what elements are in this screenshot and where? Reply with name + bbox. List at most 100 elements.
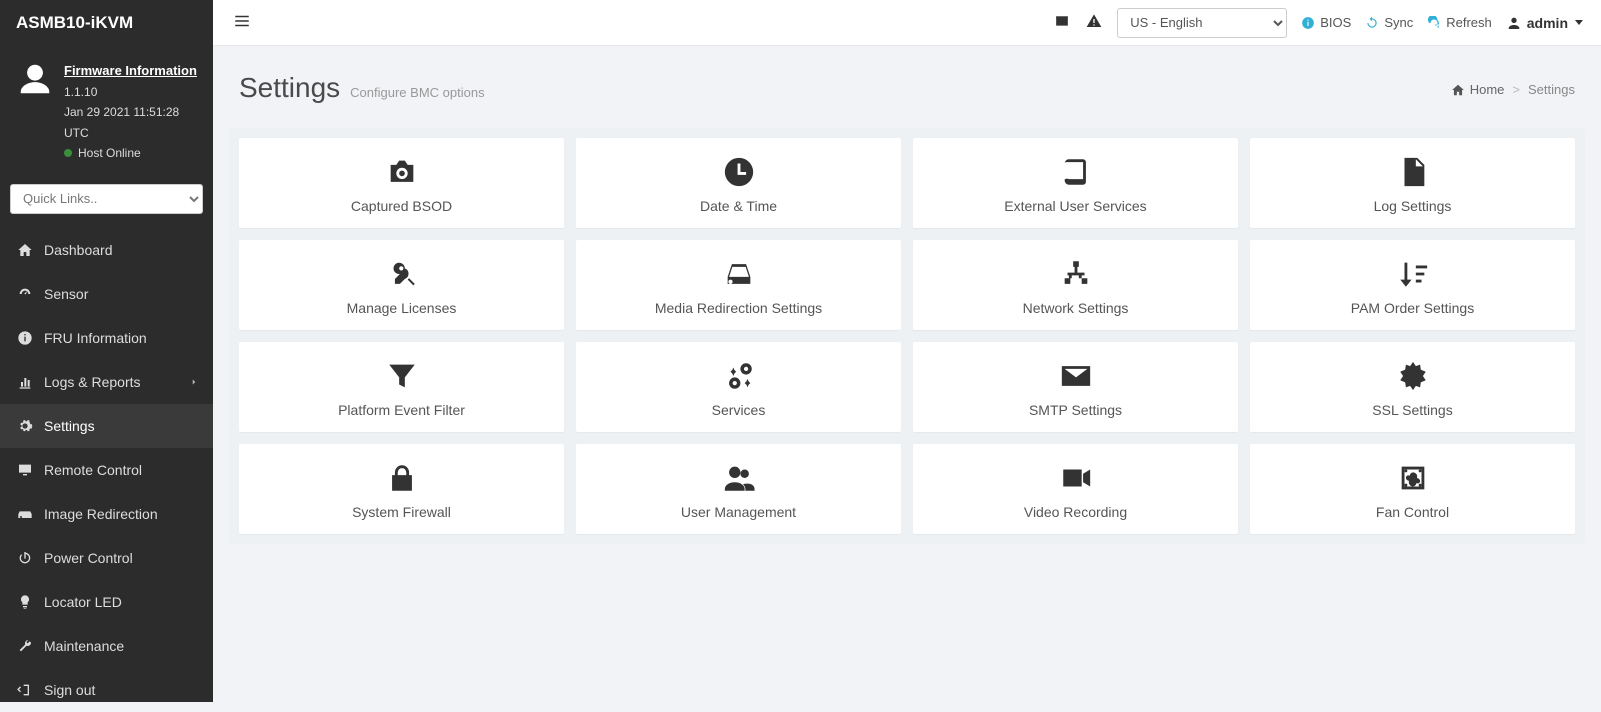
- users-icon: [720, 458, 758, 498]
- card-log-settings[interactable]: Log Settings: [1250, 138, 1575, 228]
- sidebar-item-fru[interactable]: FRU Information: [0, 316, 213, 360]
- alert-icon[interactable]: [1085, 13, 1103, 32]
- clock-icon: [720, 152, 758, 192]
- sidebar-item-sensor[interactable]: Sensor: [0, 272, 213, 316]
- sidebar-item-maintenance[interactable]: Maintenance: [0, 624, 213, 668]
- gears-icon: [720, 356, 758, 396]
- card-smtp-settings[interactable]: SMTP Settings: [913, 342, 1238, 432]
- card-label: External User Services: [1004, 198, 1146, 214]
- sidebar-item-label: FRU Information: [44, 330, 147, 346]
- drive-icon: [720, 254, 758, 294]
- card-label: Network Settings: [1023, 300, 1129, 316]
- sidebar-user-block: Firmware Information 1.1.10 Jan 29 2021 …: [0, 46, 213, 174]
- card-label: Platform Event Filter: [338, 402, 465, 418]
- fan-icon: [1394, 458, 1432, 498]
- sidebar: ASMB10-iKVM Firmware Information 1.1.10 …: [0, 0, 213, 702]
- card-label: Video Recording: [1024, 504, 1127, 520]
- card-manage-licenses[interactable]: Manage Licenses: [239, 240, 564, 330]
- user-name: admin: [1527, 15, 1568, 31]
- avatar-icon: [16, 60, 54, 98]
- host-status: Host Online: [64, 143, 197, 163]
- sidebar-item-label: Sign out: [44, 682, 95, 698]
- camera-icon: [383, 152, 421, 192]
- card-pam-order[interactable]: PAM Order Settings: [1250, 240, 1575, 330]
- seal-icon: [1394, 356, 1432, 396]
- sidebar-item-label: Maintenance: [44, 638, 124, 654]
- home-icon: [16, 242, 34, 258]
- sidebar-item-remote[interactable]: Remote Control: [0, 448, 213, 492]
- mail-icon[interactable]: [1053, 14, 1071, 31]
- refresh-label: Refresh: [1446, 15, 1492, 30]
- sync-link[interactable]: Sync: [1365, 15, 1413, 30]
- signout-icon: [16, 682, 34, 698]
- card-services[interactable]: Services: [576, 342, 901, 432]
- sidebar-item-label: Locator LED: [44, 594, 122, 610]
- page-head: Settings Configure BMC options Home > Se…: [213, 46, 1601, 110]
- network-icon: [1057, 254, 1095, 294]
- video-icon: [1057, 458, 1095, 498]
- quick-links-select[interactable]: Quick Links..: [10, 184, 203, 214]
- card-label: Log Settings: [1374, 198, 1452, 214]
- card-captured-bsod[interactable]: Captured BSOD: [239, 138, 564, 228]
- card-user-management[interactable]: User Management: [576, 444, 901, 534]
- sidebar-item-label: Power Control: [44, 550, 133, 566]
- home-icon: [1451, 83, 1465, 97]
- card-ssl-settings[interactable]: SSL Settings: [1250, 342, 1575, 432]
- sidebar-item-image[interactable]: Image Redirection: [0, 492, 213, 536]
- sidebar-item-label: Sensor: [44, 286, 88, 302]
- sidebar-item-logs[interactable]: Logs & Reports: [0, 360, 213, 404]
- card-date-time[interactable]: Date & Time: [576, 138, 901, 228]
- sidebar-item-power[interactable]: Power Control: [0, 536, 213, 580]
- user-menu[interactable]: admin: [1506, 15, 1583, 31]
- page-subtitle: Configure BMC options: [350, 85, 484, 100]
- card-label: SSL Settings: [1372, 402, 1452, 418]
- sidebar-item-dashboard[interactable]: Dashboard: [0, 228, 213, 272]
- filter-icon: [383, 356, 421, 396]
- card-label: Fan Control: [1376, 504, 1449, 520]
- firmware-time: Jan 29 2021 11:51:28 UTC: [64, 102, 197, 143]
- sidebar-item-settings[interactable]: Settings: [0, 404, 213, 448]
- language-select[interactable]: US - English: [1117, 8, 1287, 38]
- host-status-text: Host Online: [78, 143, 141, 163]
- lock-icon: [383, 458, 421, 498]
- sidebar-item-label: Dashboard: [44, 242, 113, 258]
- breadcrumb-home-label: Home: [1470, 82, 1505, 97]
- settings-grid-wrap: Captured BSOD Date & Time External User …: [229, 128, 1585, 544]
- card-system-firewall[interactable]: System Firewall: [239, 444, 564, 534]
- card-network-settings[interactable]: Network Settings: [913, 240, 1238, 330]
- menu-toggle-icon[interactable]: [231, 12, 253, 33]
- wrench-icon: [16, 638, 34, 654]
- main-area: US - English BIOS Sync Refresh admin Set…: [213, 0, 1601, 702]
- sort-icon: [1394, 254, 1432, 294]
- refresh-link[interactable]: Refresh: [1427, 15, 1492, 30]
- card-label: PAM Order Settings: [1351, 300, 1474, 316]
- sidebar-item-locator[interactable]: Locator LED: [0, 580, 213, 624]
- sync-icon: [1365, 16, 1379, 30]
- book-icon: [1057, 152, 1095, 192]
- breadcrumb-current: Settings: [1528, 82, 1575, 97]
- sidebar-item-label: Image Redirection: [44, 506, 158, 522]
- info-circle-icon: [1301, 16, 1315, 30]
- sync-label: Sync: [1384, 15, 1413, 30]
- card-video-recording[interactable]: Video Recording: [913, 444, 1238, 534]
- file-icon: [1394, 152, 1432, 192]
- gauge-icon: [16, 286, 34, 302]
- envelope-icon: [1057, 356, 1095, 396]
- bios-link[interactable]: BIOS: [1301, 15, 1351, 30]
- sidebar-item-label: Remote Control: [44, 462, 142, 478]
- card-external-user[interactable]: External User Services: [913, 138, 1238, 228]
- firmware-info-link[interactable]: Firmware Information: [64, 60, 197, 82]
- card-platform-event-filter[interactable]: Platform Event Filter: [239, 342, 564, 432]
- power-icon: [16, 550, 34, 566]
- card-label: SMTP Settings: [1029, 402, 1122, 418]
- bios-label: BIOS: [1320, 15, 1351, 30]
- card-media-redirection[interactable]: Media Redirection Settings: [576, 240, 901, 330]
- card-label: Manage Licenses: [347, 300, 457, 316]
- card-label: User Management: [681, 504, 796, 520]
- monitor-icon: [16, 462, 34, 478]
- breadcrumb-home[interactable]: Home: [1451, 82, 1505, 97]
- card-fan-control[interactable]: Fan Control: [1250, 444, 1575, 534]
- bulb-icon: [16, 594, 34, 610]
- sidebar-item-signout[interactable]: Sign out: [0, 668, 213, 712]
- breadcrumb-sep: >: [1512, 82, 1520, 97]
